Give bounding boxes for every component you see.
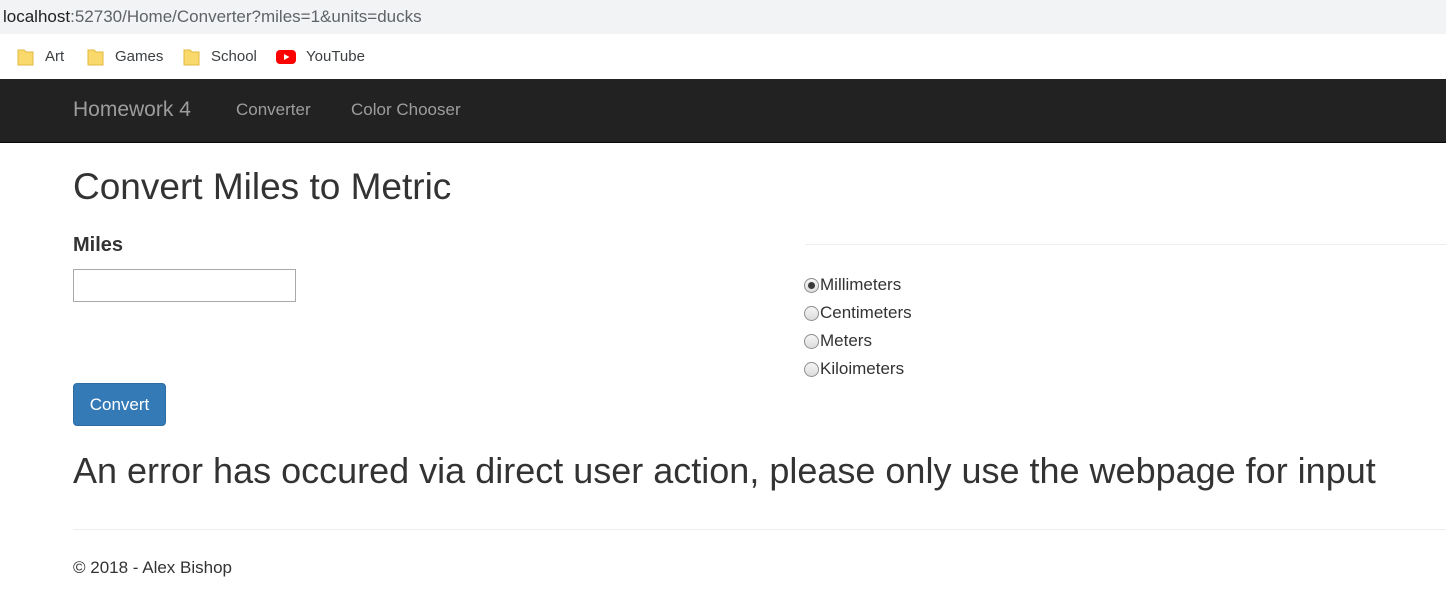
radio-centimeters[interactable]: Centimeters — [804, 301, 912, 325]
radio-millimeters[interactable]: Millimeters — [804, 273, 901, 297]
radio-meters[interactable]: Meters — [804, 329, 872, 353]
radio-label: Meters — [820, 331, 872, 350]
bookmark-label: School — [211, 48, 257, 65]
bookmark-art[interactable]: Art — [17, 34, 64, 79]
nav-link-color-chooser[interactable]: Color Chooser — [351, 100, 461, 120]
bookmark-school[interactable]: School — [183, 34, 257, 79]
youtube-icon — [276, 49, 296, 64]
nav-link-converter[interactable]: Converter — [236, 100, 311, 120]
radio-button[interactable] — [804, 361, 819, 377]
miles-label: Miles — [73, 234, 124, 256]
radio-button[interactable] — [804, 333, 819, 349]
folder-icon — [17, 49, 34, 65]
bookmarks-bar: Art Games School YouTube — [0, 34, 1446, 79]
bookmark-label: Games — [115, 48, 164, 65]
divider — [805, 244, 1446, 245]
footer-copyright: © 2018 - Alex Bishop — [73, 558, 233, 577]
bookmark-youtube[interactable]: YouTube — [276, 34, 365, 79]
radio-label: Centimeters — [820, 303, 912, 322]
bookmark-games[interactable]: Games — [87, 34, 163, 79]
page-title: Convert Miles to Metric — [73, 166, 452, 207]
folder-icon — [183, 49, 200, 65]
navbar-brand[interactable]: Homework 4 — [73, 98, 191, 122]
url-host: localhost — [3, 7, 71, 26]
miles-input[interactable] — [73, 269, 296, 302]
footer-divider — [73, 529, 1446, 530]
radio-label: Kiloimeters — [820, 359, 905, 378]
radio-button[interactable] — [804, 305, 819, 321]
bookmark-label: Art — [45, 48, 65, 65]
bookmark-label: YouTube — [306, 48, 365, 65]
radio-button-checked[interactable] — [804, 277, 819, 293]
url-path: :52730/Home/Converter?miles=1&units=duck… — [70, 7, 422, 26]
error-message: An error has occured via direct user act… — [73, 450, 1376, 491]
convert-button[interactable]: Convert — [73, 383, 166, 426]
address-bar[interactable]: localhost:52730/Home/Converter?miles=1&u… — [0, 0, 1446, 34]
radio-label: Millimeters — [820, 275, 902, 294]
folder-icon — [87, 49, 104, 65]
radio-kilometers[interactable]: Kiloimeters — [804, 357, 904, 381]
navbar: Homework 4 Converter Color Chooser — [0, 79, 1446, 143]
url-text[interactable]: localhost:52730/Home/Converter?miles=1&u… — [3, 7, 422, 27]
